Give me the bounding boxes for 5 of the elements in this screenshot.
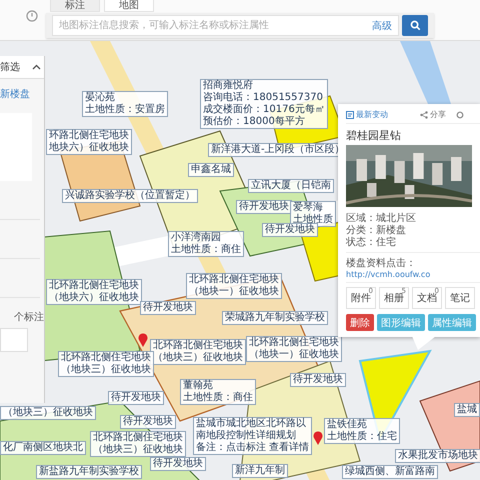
advanced-link[interactable]: 高级 xyxy=(372,18,392,32)
search-button[interactable] xyxy=(402,15,428,36)
clock-icon[interactable] xyxy=(26,10,38,22)
search-icon xyxy=(410,20,420,31)
tab[interactable]: 地图 xyxy=(104,0,154,12)
